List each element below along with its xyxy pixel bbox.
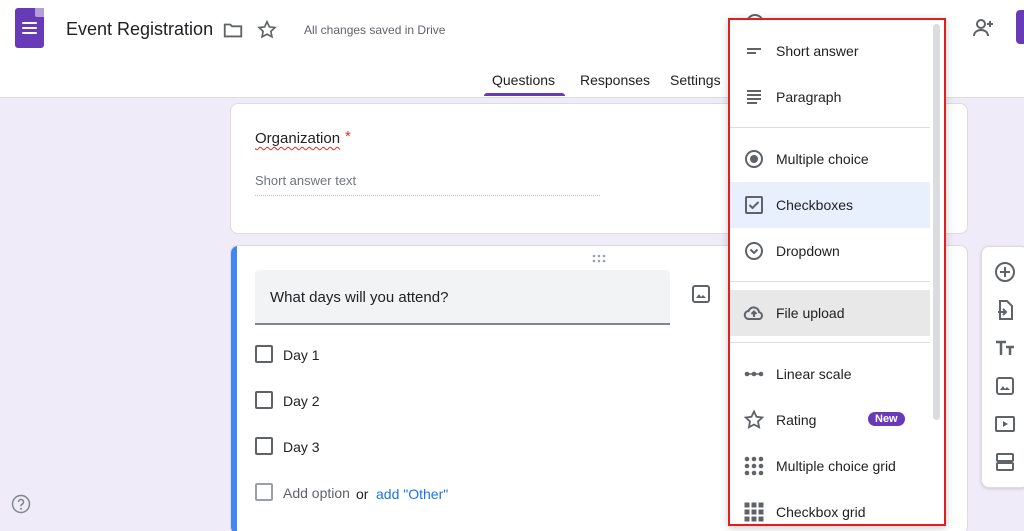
menu-item-file-upload[interactable]: File upload xyxy=(730,290,930,336)
add-image-icon[interactable] xyxy=(994,375,1016,397)
add-collaborator-icon[interactable] xyxy=(971,16,995,40)
checkbox[interactable] xyxy=(255,437,273,455)
tab-questions[interactable]: Questions xyxy=(492,72,555,88)
forms-logo-icon[interactable] xyxy=(15,8,44,48)
tab-bar: Questions Responses Settings xyxy=(0,72,740,98)
menu-item-label: Short answer xyxy=(776,43,859,59)
short-answer-placeholder: Short answer text xyxy=(255,173,357,188)
grid-squares-icon xyxy=(744,502,764,522)
paragraph-icon xyxy=(747,90,761,104)
checkbox[interactable] xyxy=(255,391,273,409)
or-text: or xyxy=(356,486,369,502)
question-title-text: What days will you attend? xyxy=(270,289,449,306)
short-answer-icon xyxy=(747,48,761,54)
star-icon xyxy=(743,409,765,430)
checkbox xyxy=(255,483,273,501)
menu-item-label: Checkbox grid xyxy=(776,504,866,520)
menu-item-multiple-choice[interactable]: Multiple choice xyxy=(730,136,930,182)
add-other-link[interactable]: add "Other" xyxy=(376,486,448,502)
add-question-icon[interactable] xyxy=(994,261,1016,283)
add-title-icon[interactable] xyxy=(994,337,1016,359)
add-image-icon[interactable] xyxy=(691,284,711,304)
menu-item-multiple-choice-grid[interactable]: Multiple choice grid xyxy=(730,443,930,489)
new-badge: New xyxy=(868,412,905,426)
radio-icon xyxy=(745,150,763,168)
tab-settings[interactable]: Settings xyxy=(670,72,721,88)
menu-item-label: Dropdown xyxy=(776,243,840,259)
checkbox-icon xyxy=(745,196,763,214)
menu-item-label: Multiple choice grid xyxy=(776,458,896,474)
menu-divider xyxy=(730,127,930,128)
option-label[interactable]: Day 3 xyxy=(283,439,320,455)
active-tab-indicator xyxy=(484,93,565,96)
answer-line xyxy=(255,195,600,196)
required-asterisk: * xyxy=(345,128,351,145)
menu-item-label: Paragraph xyxy=(776,89,842,105)
menu-item-label: Rating xyxy=(776,412,817,428)
menu-item-label: Checkboxes xyxy=(776,197,854,213)
menu-item-linear-scale[interactable]: Linear scale xyxy=(730,351,930,397)
option-label[interactable]: Day 2 xyxy=(283,393,320,409)
tab-responses[interactable]: Responses xyxy=(580,72,650,88)
menu-scrollbar[interactable] xyxy=(933,24,940,420)
option-label[interactable]: Day 1 xyxy=(283,347,320,363)
menu-item-label: Linear scale xyxy=(776,366,852,382)
star-icon[interactable] xyxy=(256,19,278,41)
send-button[interactable] xyxy=(1016,10,1024,44)
floating-toolbar xyxy=(981,246,1024,488)
menu-item-checkbox-grid[interactable]: Checkbox grid xyxy=(730,489,930,524)
document-title[interactable]: Event Registration xyxy=(66,19,213,40)
menu-item-paragraph[interactable]: Paragraph xyxy=(730,74,930,120)
menu-item-checkboxes[interactable]: Checkboxes xyxy=(730,182,930,228)
question-type-menu: Short answer Paragraph Multiple choice C… xyxy=(728,18,946,526)
checkbox[interactable] xyxy=(255,345,273,363)
grid-dots-icon xyxy=(744,456,764,476)
folder-icon[interactable] xyxy=(222,19,244,41)
menu-item-rating[interactable]: Rating New xyxy=(730,397,930,443)
question-title: Organization xyxy=(255,130,341,147)
menu-item-label: File upload xyxy=(776,305,845,321)
active-question-indicator xyxy=(231,246,237,531)
question-title-input[interactable]: What days will you attend? xyxy=(255,270,670,325)
menu-item-dropdown[interactable]: Dropdown xyxy=(730,228,930,274)
cloud-upload-icon xyxy=(743,306,763,320)
add-section-icon[interactable] xyxy=(994,451,1016,473)
add-video-icon[interactable] xyxy=(994,413,1016,435)
save-status: All changes saved in Drive xyxy=(304,23,446,37)
help-icon[interactable] xyxy=(11,494,31,514)
linear-scale-icon xyxy=(744,371,764,377)
import-questions-icon[interactable] xyxy=(994,299,1016,321)
menu-divider xyxy=(730,342,930,343)
menu-item-label: Multiple choice xyxy=(776,151,869,167)
menu-divider xyxy=(730,281,930,282)
add-option-label[interactable]: Add option xyxy=(283,485,350,501)
menu-item-short-answer[interactable]: Short answer xyxy=(730,28,930,74)
drag-handle-icon[interactable] xyxy=(592,254,606,264)
dropdown-icon xyxy=(745,242,763,260)
